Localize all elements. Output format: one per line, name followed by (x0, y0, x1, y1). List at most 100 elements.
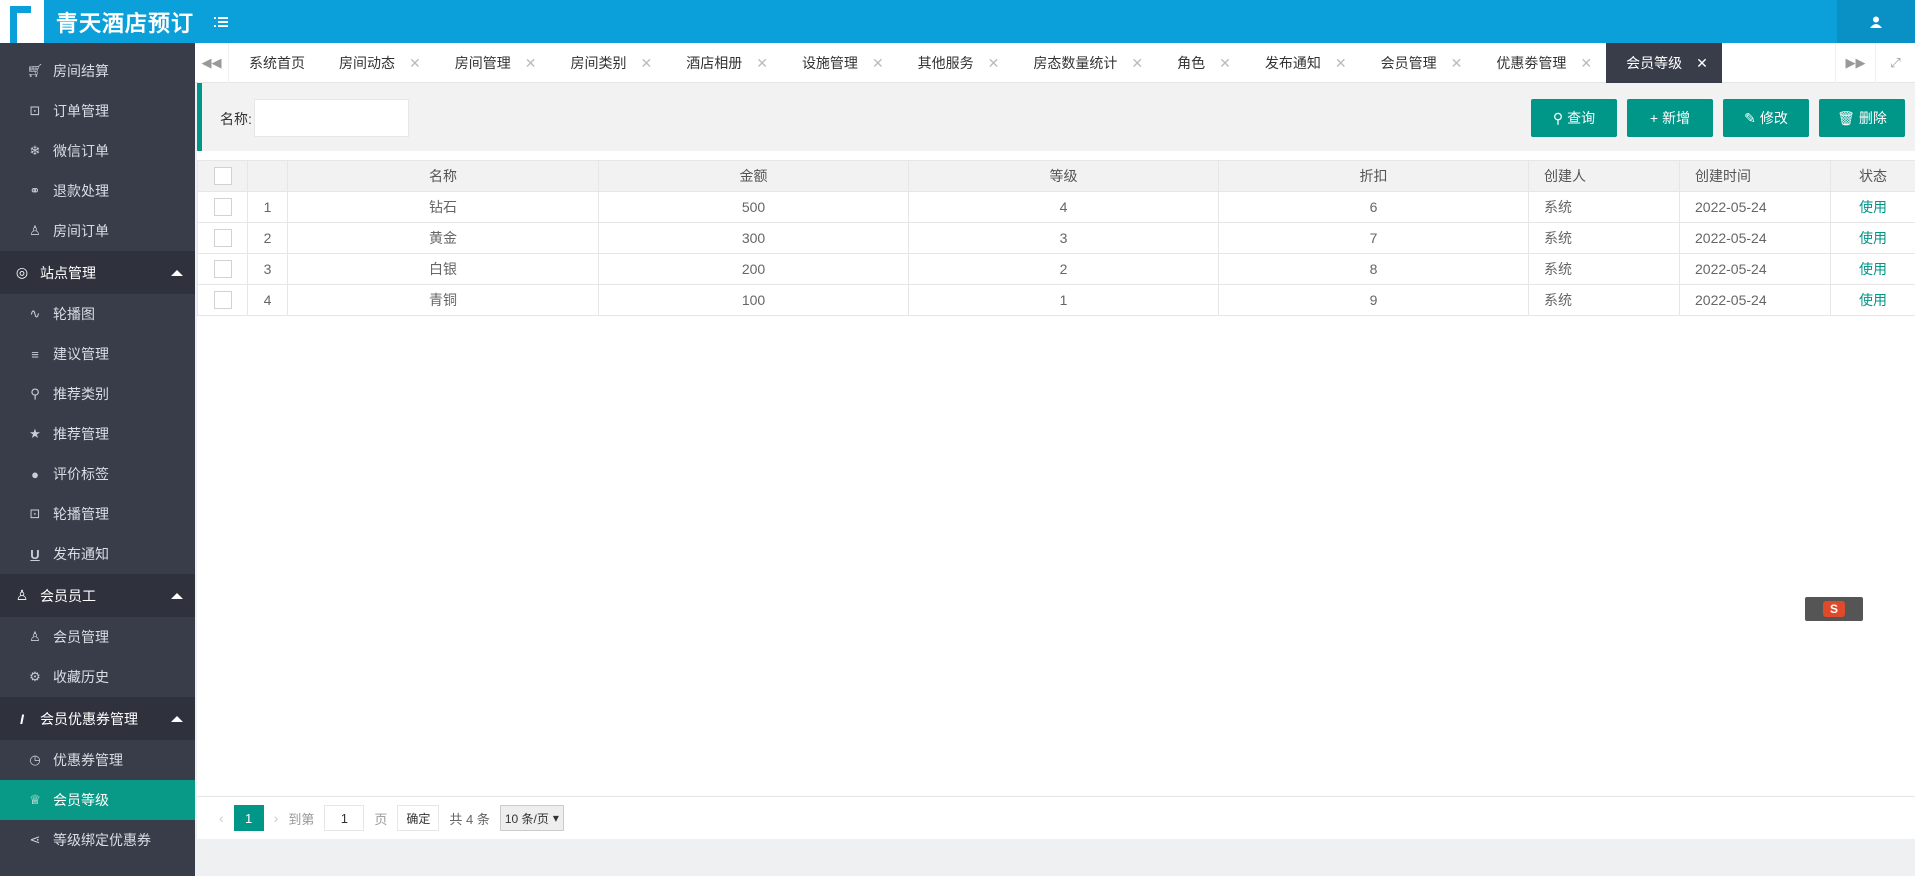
select-all-cell[interactable] (197, 160, 248, 192)
prev-page-icon[interactable]: ‹ (219, 810, 224, 826)
tab-coupon-manage[interactable]: 优惠劵管理 ✕ (1476, 43, 1606, 83)
tab-room-category[interactable]: 房间类别 ✕ (550, 43, 666, 83)
select-all-checkbox[interactable] (213, 167, 232, 186)
sidebar-item-coupon-manage[interactable]: ◷ 优惠券管理 (0, 740, 195, 780)
table-row[interactable]: 4 青铜 100 1 9 系统 2022-05-24 使用 (197, 284, 1915, 316)
row-checkbox-cell[interactable] (197, 222, 248, 254)
sidebar-item-recommend-manage[interactable]: ★ 推荐管理 (0, 414, 195, 454)
sidebar-item-member-level[interactable]: ♕ 会员等级 (0, 780, 195, 820)
delete-button[interactable]: 🗑︎ 删除 (1819, 99, 1905, 137)
add-button[interactable]: + 新增 (1627, 99, 1713, 137)
logo-mark-icon (0, 0, 44, 44)
sidebar-item-suggestions[interactable]: ≡ 建议管理 (0, 334, 195, 374)
tab-member-manage[interactable]: 会员管理 ✕ (1361, 43, 1477, 83)
tab-label: 发布通知 (1264, 55, 1321, 71)
cell-discount: 7 (1218, 222, 1529, 254)
header-name[interactable]: 名称 (287, 160, 599, 192)
row-checkbox[interactable] (213, 291, 232, 310)
row-number-header (247, 160, 288, 192)
menu-toggle-icon[interactable] (214, 12, 228, 33)
close-icon[interactable]: ✕ (525, 55, 537, 72)
header-creator[interactable]: 创建人 (1528, 160, 1680, 192)
row-checkbox-cell[interactable] (197, 191, 248, 223)
tab-room-status[interactable]: 房间动态 ✕ (319, 43, 435, 83)
close-icon[interactable]: ✕ (640, 55, 652, 72)
close-icon[interactable]: ✕ (1696, 55, 1708, 72)
edit-button[interactable]: ✎ 修改 (1723, 99, 1809, 137)
sidebar-item-room-orders[interactable]: ♙ 房间订单 (0, 211, 195, 251)
sidebar-item-notice[interactable]: U 发布通知 (0, 534, 195, 574)
sidebar-item-label: 收藏历史 (53, 669, 109, 685)
sidebar-item-favorites[interactable]: ⚙ 收藏历史 (0, 657, 195, 697)
cell-level: 2 (908, 253, 1219, 285)
logo: 青天酒店预订 (0, 0, 200, 44)
sidebar-item-refunds[interactable]: ⚭ 退款处理 (0, 171, 195, 211)
next-page-icon[interactable]: › (274, 810, 279, 826)
row-checkbox[interactable] (213, 260, 232, 279)
name-search-input[interactable] (254, 99, 409, 137)
close-icon[interactable]: ✕ (1580, 55, 1592, 72)
header-created-time[interactable]: 创建时间 (1679, 160, 1831, 192)
header-amount[interactable]: 金额 (598, 160, 909, 192)
close-icon[interactable]: ✕ (872, 55, 884, 72)
sidebar-item-member-manage[interactable]: ♙ 会员管理 (0, 617, 195, 657)
table-row[interactable]: 2 黄金 300 3 7 系统 2022-05-24 使用 (197, 222, 1915, 254)
row-checkbox[interactable] (213, 198, 232, 217)
tab-member-level[interactable]: 会员等级 ✕ (1606, 43, 1722, 83)
tab-role[interactable]: 角色 ✕ (1157, 43, 1245, 83)
close-icon[interactable]: ✕ (1335, 55, 1347, 72)
sidebar-item-recommend-category[interactable]: ⚲ 推荐类别 (0, 374, 195, 414)
close-icon[interactable]: ✕ (1451, 55, 1463, 72)
cell-status: 使用 (1830, 284, 1915, 316)
row-checkbox[interactable] (213, 229, 232, 248)
sidebar-group-site[interactable]: ◎ 站点管理 (0, 251, 195, 294)
goto-page-input[interactable]: 1 (324, 805, 365, 831)
close-icon[interactable]: ✕ (1219, 55, 1231, 72)
header-discount[interactable]: 折扣 (1218, 160, 1529, 192)
current-page-button[interactable]: 1 (233, 805, 264, 831)
tabs-scroll-right-button[interactable]: ▶▶ (1835, 43, 1875, 83)
close-icon[interactable]: ✕ (756, 55, 768, 72)
tab-hotel-album[interactable]: 酒店相册 ✕ (666, 43, 782, 83)
user-menu-button[interactable] (1837, 0, 1915, 43)
sidebar-item-label: 轮播管理 (53, 506, 109, 522)
cell-discount: 9 (1218, 284, 1529, 316)
table-row[interactable]: 3 白银 200 2 8 系统 2022-05-24 使用 (197, 253, 1915, 285)
chevron-down-icon: ▾ (552, 811, 559, 825)
tab-other-services[interactable]: 其他服务 ✕ (898, 43, 1014, 83)
users-icon: ♙ (15, 587, 29, 603)
header-status[interactable]: 状态 (1830, 160, 1915, 192)
cell-creator: 系统 (1528, 253, 1680, 285)
tab-facility[interactable]: 设施管理 ✕ (782, 43, 898, 83)
header-level[interactable]: 等级 (908, 160, 1219, 192)
sidebar-item-review-tags[interactable]: ● 评价标签 (0, 454, 195, 494)
lock-icon: ⊡ (29, 506, 41, 521)
fullscreen-icon[interactable]: ⤢ (1875, 43, 1915, 83)
sidebar-item-order-management[interactable]: ⊡ 订单管理 (0, 91, 195, 131)
sidebar-group-member[interactable]: ♙ 会员员工 (0, 574, 195, 617)
query-button[interactable]: ⚲ 查询 (1531, 99, 1617, 137)
input-method-toolbar[interactable]: S (1805, 597, 1863, 621)
sidebar-item-room-checkout[interactable]: 🛒︎ 房间结算 (0, 51, 195, 91)
tabs-scroll-left-button[interactable]: ◀◀ (195, 43, 229, 83)
row-checkbox-cell[interactable] (197, 284, 248, 316)
tab-room-stats[interactable]: 房态数量统计 ✕ (1013, 43, 1157, 83)
sidebar-group-coupon[interactable]: I 会员优惠券管理 (0, 697, 195, 740)
goto-label: 到第 (288, 811, 315, 827)
row-checkbox-cell[interactable] (197, 253, 248, 285)
sidebar-item-level-coupon-binding[interactable]: ⋖ 等级绑定优惠券 (0, 820, 195, 860)
close-icon[interactable]: ✕ (1131, 55, 1143, 72)
row-number: 4 (247, 284, 288, 316)
page-size-select[interactable]: 10 条/页 ▾ (499, 805, 564, 831)
table-row[interactable]: 1 钻石 500 4 6 系统 2022-05-24 使用 (197, 191, 1915, 223)
close-icon[interactable]: ✕ (988, 55, 1000, 72)
sidebar-item-carousel[interactable]: ∿ 轮播图 (0, 294, 195, 334)
tab-room-manage[interactable]: 房间管理 ✕ (435, 43, 551, 83)
sidebar-item-carousel-manage[interactable]: ⊡ 轮播管理 (0, 494, 195, 534)
tab-notice[interactable]: 发布通知 ✕ (1245, 43, 1361, 83)
goto-confirm-button[interactable]: 确定 (397, 805, 440, 831)
close-icon[interactable]: ✕ (409, 55, 421, 72)
tab-home[interactable]: 系统首页 (229, 43, 319, 83)
sidebar-group-label: 会员员工 (40, 587, 96, 604)
sidebar-item-wechat-orders[interactable]: ❄ 微信订单 (0, 131, 195, 171)
